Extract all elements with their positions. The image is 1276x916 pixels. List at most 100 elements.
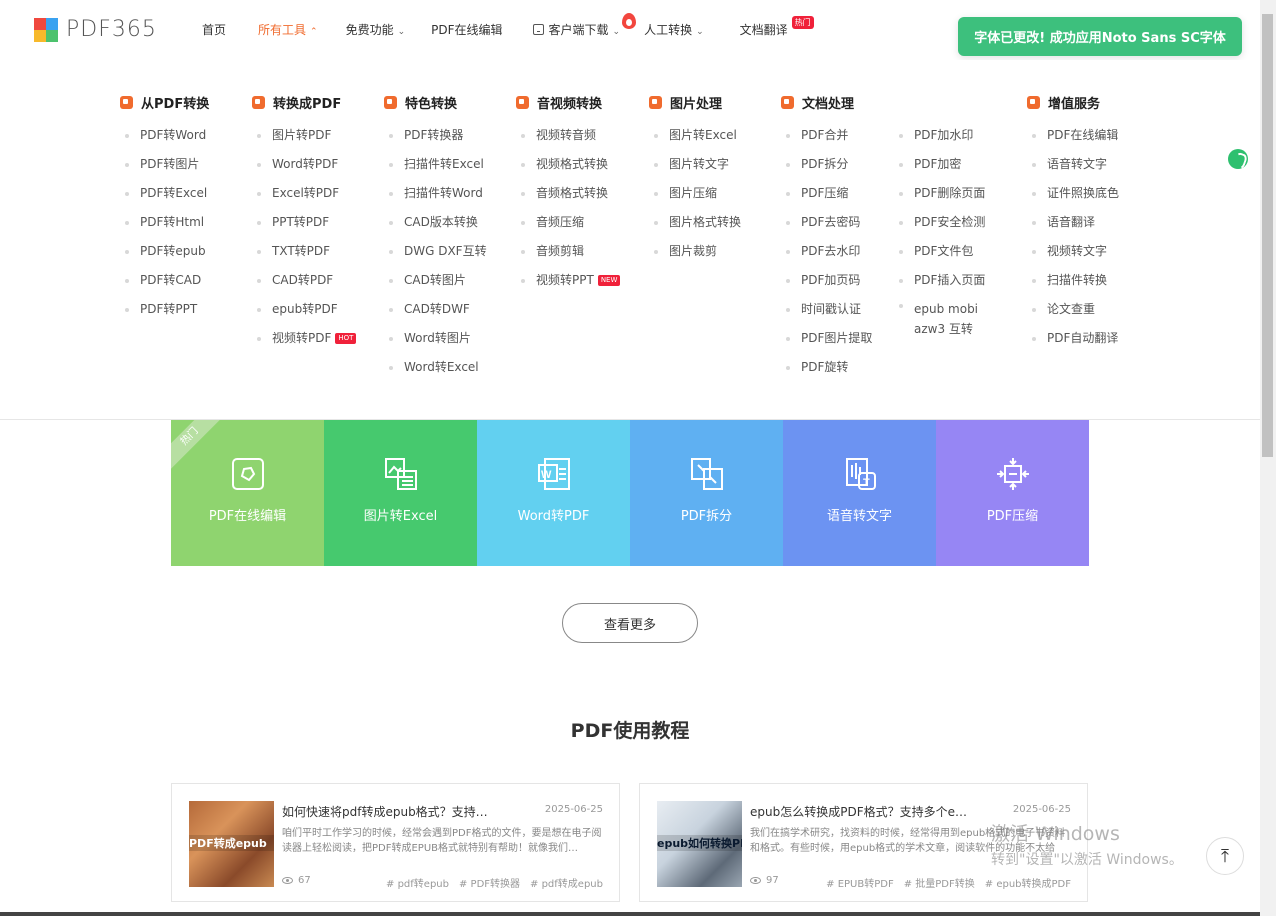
tutorial-card[interactable]: PDF转成epub 如何快速将pdf转成epub格式？支持… 2025-06-25 咱… <box>171 783 620 902</box>
view-more-button[interactable]: 查看更多 <box>562 603 698 643</box>
article-tags: # pdf转epub # PDF转换器 # pdf转成epub <box>376 875 603 890</box>
menu-item[interactable]: PDF压缩 <box>781 179 872 208</box>
tile-pdf-split[interactable]: PDF拆分 <box>630 420 783 566</box>
menu-item[interactable]: 图片转文字 <box>649 150 741 179</box>
menu-item[interactable]: 视频转PPT NEW <box>516 266 621 295</box>
article-title[interactable]: epub怎么转换成PDF格式？支持多个e… <box>750 803 1010 820</box>
nav-free-features[interactable]: 免费功能 ⌄ <box>346 21 406 38</box>
menu-item-label: PDF旋转 <box>801 360 849 374</box>
article-title[interactable]: 如何快速将pdf转成epub格式？支持… <box>282 803 542 820</box>
menu-item[interactable]: 图片转PDF <box>252 121 356 150</box>
menu-item[interactable]: 图片压缩 <box>649 179 741 208</box>
menu-item[interactable]: Word转Excel <box>384 353 487 382</box>
menu-item[interactable]: 扫描件转Word <box>384 179 487 208</box>
menu-item[interactable]: PDF拆分 <box>781 150 872 179</box>
menu-item[interactable]: 视频转PDF HOT <box>252 324 357 353</box>
menu-item[interactable]: PDF旋转 <box>781 353 872 382</box>
scrollbar-thumb[interactable] <box>1262 14 1273 457</box>
menu-item[interactable]: PDF安全检测 <box>894 208 1008 237</box>
menu-item[interactable]: 扫描件转Excel <box>384 150 487 179</box>
menu-column-title <box>894 93 1008 111</box>
menu-item[interactable]: PDF转PPT <box>120 295 209 324</box>
menu-item[interactable]: 视频格式转换 <box>516 150 620 179</box>
menu-item[interactable]: 论文查重 <box>1027 295 1119 324</box>
menu-item-label: PDF转epub <box>140 244 206 258</box>
nav-home[interactable]: 首页 <box>202 21 226 38</box>
assistant-icon[interactable] <box>1228 149 1248 169</box>
pdf365-logo[interactable]: PDF365 <box>34 17 157 42</box>
menu-item[interactable]: 扫描件转换 <box>1027 266 1119 295</box>
chevron-down-icon: ⌄ <box>612 27 621 37</box>
nav-pdf-online-edit[interactable]: PDF在线编辑 <box>431 21 502 38</box>
menu-item[interactable]: PDF转图片 <box>120 150 209 179</box>
menu-item[interactable]: PDF去水印 <box>781 237 872 266</box>
menu-item[interactable]: 语音转文字 <box>1027 150 1119 179</box>
menu-item[interactable]: TXT转PDF <box>252 237 356 266</box>
menu-item[interactable]: PDF转换器 <box>384 121 487 150</box>
nav-doc-translate[interactable]: 文档翻译 热门 <box>740 16 814 38</box>
menu-item[interactable]: DWG DXF互转 <box>384 237 487 266</box>
menu-item[interactable]: PDF文件包 <box>894 237 1008 266</box>
menu-item[interactable]: Word转PDF <box>252 150 356 179</box>
menu-item[interactable]: epub mobi azw3 互转 <box>894 295 1008 344</box>
tile-pdf-online-edit[interactable]: 热门 PDF在线编辑 <box>171 420 324 566</box>
menu-item[interactable]: 视频转文字 <box>1027 237 1119 266</box>
hot-badge: 热门 <box>791 16 814 29</box>
menu-item[interactable]: PDF加密 <box>894 150 1008 179</box>
menu-item[interactable]: 时间戳认证 <box>781 295 872 324</box>
menu-item[interactable]: PDF去密码 <box>781 208 872 237</box>
menu-item[interactable]: CAD版本转换 <box>384 208 487 237</box>
menu-item-label: 音频压缩 <box>536 215 585 229</box>
menu-item[interactable]: 证件照换底色 <box>1027 179 1119 208</box>
menu-item[interactable]: 视频转音频 <box>516 121 620 150</box>
menu-item[interactable]: 图片转Excel <box>649 121 741 150</box>
menu-item[interactable]: PDF转CAD <box>120 266 209 295</box>
menu-item[interactable]: PDF转Excel <box>120 179 209 208</box>
menu-item[interactable]: PDF加页码 <box>781 266 872 295</box>
menu-item[interactable]: CAD转DWF <box>384 295 487 324</box>
menu-item[interactable]: 音频格式转换 <box>516 179 620 208</box>
menu-item-label: PDF在线编辑 <box>1047 128 1119 142</box>
menu-item[interactable]: Excel转PDF <box>252 179 356 208</box>
article-thumbnail[interactable]: PDF转成epub <box>189 801 274 887</box>
tile-voice-to-text[interactable]: T 语音转文字 <box>783 420 936 566</box>
menu-item[interactable]: PDF加水印 <box>894 121 1008 150</box>
menu-item[interactable]: PPT转PDF <box>252 208 356 237</box>
tile-image-to-excel[interactable]: 图片转Excel <box>324 420 477 566</box>
menu-item-label: 论文查重 <box>1047 302 1096 316</box>
menu-item[interactable]: 图片裁剪 <box>649 237 741 266</box>
menu-item[interactable]: Word转图片 <box>384 324 487 353</box>
menu-item[interactable]: 图片格式转换 <box>649 208 741 237</box>
menu-item-label: 图片格式转换 <box>669 215 742 229</box>
article-tag[interactable]: # epub转换成PDF <box>985 875 1071 890</box>
menu-item[interactable]: PDF删除页面 <box>894 179 1008 208</box>
back-to-top-button[interactable]: ⤒ <box>1206 837 1244 875</box>
article-thumbnail[interactable]: epub如何转换PDF <box>657 801 742 887</box>
menu-item[interactable]: PDF在线编辑 <box>1027 121 1119 150</box>
menu-item[interactable]: PDF插入页面 <box>894 266 1008 295</box>
nav-client-download[interactable]: 客户端下载 ⌄ <box>532 21 621 38</box>
tile-pdf-compress[interactable]: PDF压缩 <box>936 420 1089 566</box>
tile-word-to-pdf[interactable]: W Word转PDF <box>477 420 630 566</box>
menu-item-label: Word转图片 <box>404 331 471 345</box>
menu-item[interactable]: epub转PDF <box>252 295 356 324</box>
menu-item[interactable]: PDF转Word <box>120 121 209 150</box>
menu-item[interactable]: 语音翻译 <box>1027 208 1119 237</box>
menu-item[interactable]: 音频压缩 <box>516 208 620 237</box>
menu-item[interactable]: PDF合并 <box>781 121 872 150</box>
nav-all-tools[interactable]: 所有工具 ⌃ <box>258 21 318 38</box>
article-tag[interactable]: # pdf转成epub <box>530 875 603 890</box>
menu-item[interactable]: PDF转Html <box>120 208 209 237</box>
article-tag[interactable]: # PDF转换器 <box>459 875 520 890</box>
menu-item[interactable]: PDF转epub <box>120 237 209 266</box>
menu-item[interactable]: PDF自动翻译 <box>1027 324 1119 353</box>
menu-item[interactable]: PDF图片提取 <box>781 324 872 353</box>
article-tag[interactable]: # 批量PDF转换 <box>904 875 975 890</box>
menu-item[interactable]: CAD转PDF <box>252 266 356 295</box>
article-tag[interactable]: # pdf转epub <box>386 875 449 890</box>
menu-item[interactable]: 音频剪辑 <box>516 237 620 266</box>
menu-item[interactable]: CAD转图片 <box>384 266 487 295</box>
menu-item-label: CAD转DWF <box>404 302 470 316</box>
nav-manual-convert[interactable]: 人工转换 ⌄ <box>622 13 704 38</box>
article-tag[interactable]: # EPUB转PDF <box>826 875 894 890</box>
